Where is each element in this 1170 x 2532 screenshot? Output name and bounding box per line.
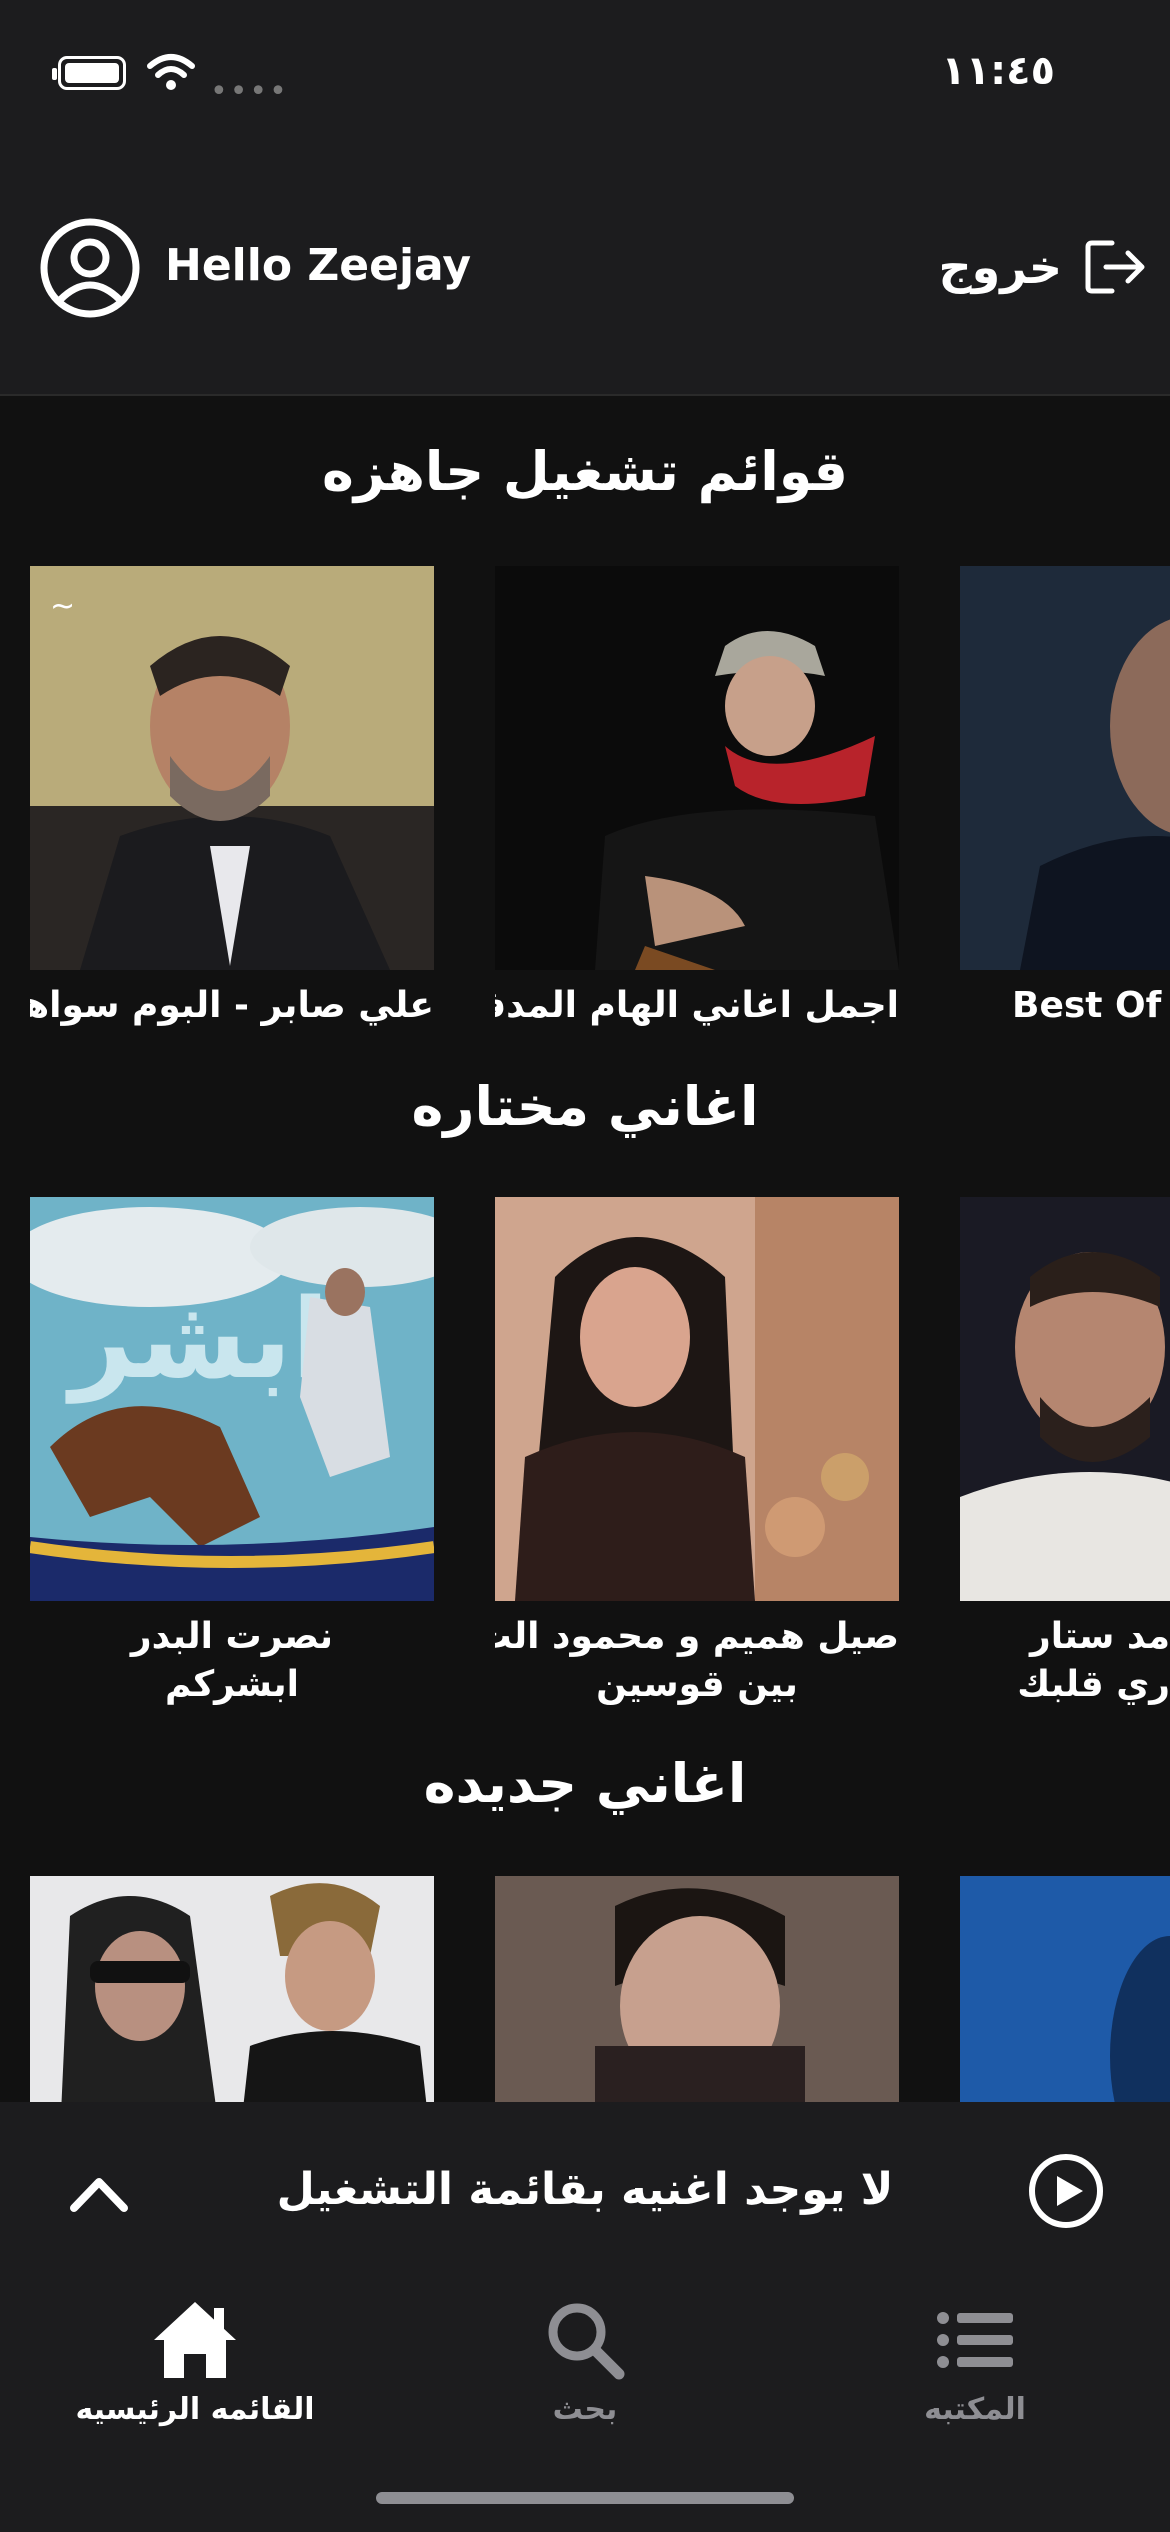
song-card[interactable] — [960, 1876, 1170, 2102]
playlist-card[interactable]: ~ علي صابر - البوم سواها — [30, 566, 434, 1030]
album-cover: ابشر — [30, 1197, 434, 1601]
home-icon — [154, 2302, 236, 2378]
battery-icon — [52, 56, 126, 90]
card-subtitle: بين قوسين — [596, 1664, 798, 1705]
card-title: مد ستار — [1030, 1616, 1170, 1657]
album-cover — [495, 1876, 899, 2102]
card-title: Best Of — [1012, 985, 1162, 1026]
mini-player[interactable]: لا يوجد اغنيه بقائمة التشغيل — [0, 2102, 1170, 2284]
tab-home[interactable]: القائمه الرئيسيه — [0, 2284, 390, 2444]
playlist-card[interactable]: اجمل اغاني الهام المدفعي — [495, 566, 899, 1030]
tab-label: القائمه الرئيسيه — [75, 2392, 315, 2427]
home-indicator — [376, 2492, 794, 2504]
card-title: اجمل اغاني الهام المدفعي — [495, 985, 899, 1026]
featured-songs-row[interactable]: ابشر نصرت البدر ابشركم صيل هميم و محمود … — [0, 1197, 1170, 1717]
new-songs-row[interactable] — [0, 1876, 1170, 2102]
card-subtitle: ابشركم — [164, 1664, 300, 1705]
signal-icon: •••• — [210, 74, 289, 109]
logout-label: خروج — [938, 240, 1062, 294]
app-header: Hello Zeejay خروج — [0, 140, 1170, 396]
section-title-playlists: قوائم تشغيل جاهزه — [322, 440, 848, 503]
album-cover — [960, 566, 1170, 970]
album-cover — [30, 1876, 434, 2102]
logout-icon — [1085, 240, 1145, 294]
album-cover — [960, 1876, 1170, 2102]
card-title: علي صابر - البوم سواها — [30, 985, 434, 1026]
list-icon — [937, 2312, 1013, 2368]
avatar-icon[interactable] — [40, 218, 140, 318]
card-subtitle: ري قلبك — [1017, 1664, 1170, 1705]
album-cover — [960, 1197, 1170, 1601]
song-card[interactable]: صيل هميم و محمود الت بين قوسين — [495, 1197, 899, 1709]
chevron-up-icon[interactable] — [68, 2164, 130, 2224]
song-card[interactable] — [30, 1876, 434, 2102]
song-card[interactable] — [495, 1876, 899, 2102]
tab-search[interactable]: بحث — [390, 2284, 780, 2444]
section-title-new-songs: اغاني جديده — [423, 1752, 747, 1815]
tab-library[interactable]: المكتبه — [780, 2284, 1170, 2444]
tab-label: بحث — [552, 2392, 618, 2427]
greeting-text: Hello Zeejay — [165, 240, 472, 291]
tab-label: المكتبه — [924, 2392, 1026, 2427]
wifi-icon — [147, 54, 195, 90]
svg-text:~: ~ — [50, 589, 75, 624]
card-title: صيل هميم و محمود الت — [495, 1616, 899, 1657]
status-time: ١١:٤٥ — [941, 48, 1055, 94]
status-bar: •••• ١١:٤٥ — [0, 0, 1170, 140]
playlists-row[interactable]: ~ علي صابر - البوم سواها اجمل اغاني الها… — [0, 566, 1170, 1046]
play-icon[interactable] — [1027, 2152, 1105, 2230]
player-empty-text: لا يوجد اغنيه بقائمة التشغيل — [276, 2164, 894, 2215]
album-cover — [495, 1197, 899, 1601]
search-icon — [548, 2303, 625, 2380]
section-title-featured-songs: اغاني مختاره — [411, 1075, 759, 1138]
card-title: نصرت البدر — [130, 1616, 334, 1657]
svg-text:ابشر: ابشر — [65, 1275, 329, 1404]
album-cover: ~ — [30, 566, 434, 970]
logout-button[interactable]: خروج — [938, 232, 1148, 302]
song-card[interactable]: ابشر نصرت البدر ابشركم — [30, 1197, 434, 1709]
album-cover — [495, 566, 899, 970]
playlist-card[interactable]: Best Of — [960, 566, 1170, 1030]
song-card[interactable]: مد ستار ري قلبك — [960, 1197, 1170, 1709]
